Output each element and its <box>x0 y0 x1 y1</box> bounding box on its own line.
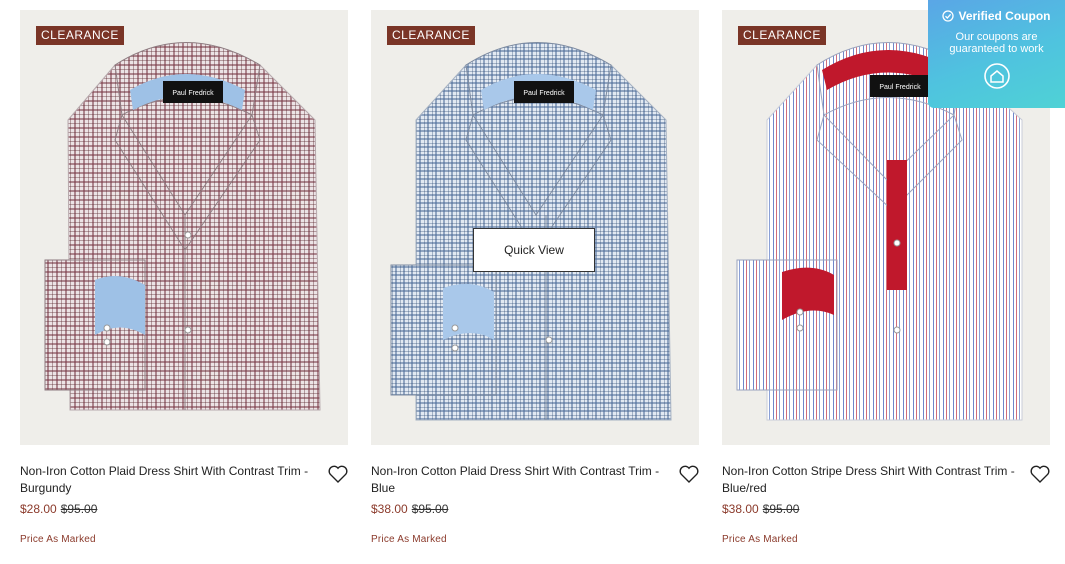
clearance-badge: CLEARANCE <box>738 26 826 45</box>
heart-icon[interactable] <box>328 465 348 483</box>
product-title[interactable]: Non-Iron Cotton Plaid Dress Shirt With C… <box>20 463 320 497</box>
svg-text:Paul Fredrick: Paul Fredrick <box>879 84 921 91</box>
sale-price: $28.00 <box>20 502 57 516</box>
original-price: $95.00 <box>411 502 449 516</box>
svg-text:Paul Fredrick: Paul Fredrick <box>523 90 565 97</box>
product-image-2[interactable]: Paul Fredrick CLEARANCE Quick View <box>371 10 699 445</box>
product-image-1[interactable]: Paul Fredrick CLEARANCE <box>20 10 348 445</box>
heart-icon[interactable] <box>1030 465 1050 483</box>
original-price: $95.00 <box>762 502 800 516</box>
price-note: Price As Marked <box>20 534 96 545</box>
sale-price: $38.00 <box>722 502 759 516</box>
coupon-heading: Verified Coupon <box>958 9 1051 23</box>
house-tag-icon[interactable] <box>983 63 1010 89</box>
clearance-badge: CLEARANCE <box>387 26 475 45</box>
quick-view-button[interactable]: Quick View <box>473 228 595 272</box>
verified-coupon-widget[interactable]: Verified Coupon Our coupons are guarante… <box>928 0 1065 108</box>
product-title[interactable]: Non-Iron Cotton Stripe Dress Shirt With … <box>722 463 1022 497</box>
check-circle-icon <box>942 10 955 22</box>
clearance-badge: CLEARANCE <box>36 26 124 45</box>
product-title[interactable]: Non-Iron Cotton Plaid Dress Shirt With C… <box>371 463 671 497</box>
original-price: $95.00 <box>60 502 98 516</box>
product-card-2[interactable]: Paul Fredrick CLEARANCE Quick View Non-I… <box>371 10 699 517</box>
heart-icon[interactable] <box>679 465 699 483</box>
shirt-image: Paul Fredrick <box>44 42 321 411</box>
price-note: Price As Marked <box>722 534 798 545</box>
sale-price: $38.00 <box>371 502 408 516</box>
svg-text:Paul Fredrick: Paul Fredrick <box>172 90 214 97</box>
coupon-subtext: Our coupons are guaranteed to work <box>949 31 1044 55</box>
product-card-1[interactable]: Paul Fredrick CLEARANCE Non-Iron Cotton … <box>20 10 348 517</box>
price-note: Price As Marked <box>371 534 447 545</box>
